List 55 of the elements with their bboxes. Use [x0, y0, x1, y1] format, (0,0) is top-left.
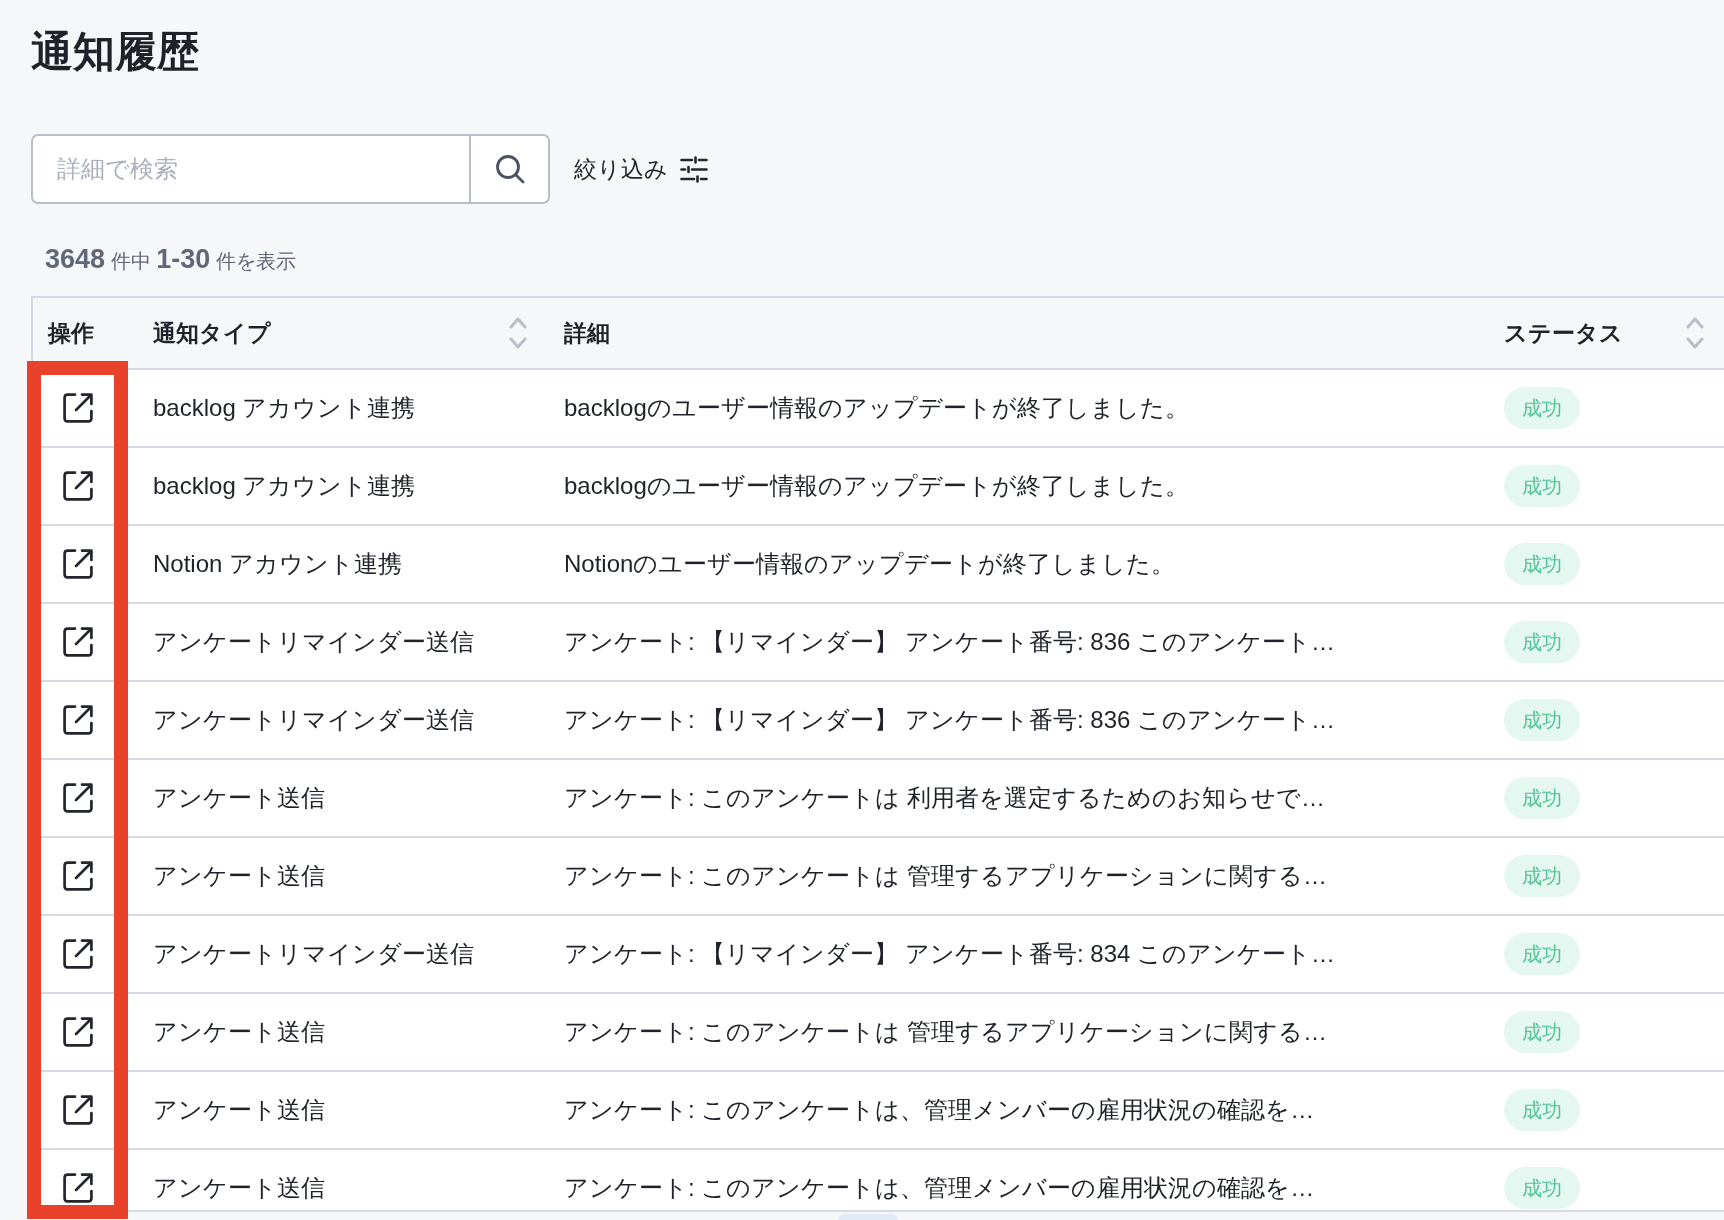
column-header: 詳細	[564, 318, 610, 348]
type-cell-text: アンケートリマインダー送信	[153, 627, 474, 657]
type-cell-text: アンケート送信	[153, 783, 325, 813]
detail-cell-text: アンケート: このアンケートは、管理メンバーの雇用状況の確認を…	[564, 1173, 1315, 1203]
type-cell-text: アンケート送信	[153, 861, 325, 891]
external-link-icon[interactable]	[63, 627, 93, 657]
type-cell-text: アンケート送信	[153, 1173, 325, 1203]
column-header: 操作	[48, 318, 94, 348]
type-cell-text: アンケートリマインダー送信	[153, 705, 474, 735]
detail-cell-text: アンケート: 【リマインダー】 アンケート番号: 836 このアンケート…	[564, 705, 1336, 735]
detail-cell-text: アンケート: 【リマインダー】 アンケート番号: 836 このアンケート…	[564, 627, 1336, 657]
external-link-icon[interactable]	[63, 393, 93, 423]
column-header: ステータス	[1504, 318, 1623, 348]
status-badge: 成功	[1504, 777, 1580, 819]
external-link-icon[interactable]	[63, 705, 93, 735]
external-link-icon[interactable]	[63, 1173, 93, 1203]
search-icon	[494, 154, 525, 184]
detail-cell-text: アンケート: このアンケートは、管理メンバーの雇用状況の確認を…	[564, 1095, 1315, 1125]
filter-button[interactable]: 絞り込み	[572, 149, 710, 189]
external-link-icon[interactable]	[63, 1017, 93, 1047]
detail-cell-text: アンケート: このアンケートは 管理するアプリケーションに関する…	[564, 861, 1327, 891]
external-link-icon[interactable]	[63, 939, 93, 969]
page-title: 通知履歴	[31, 27, 199, 77]
detail-cell-text: backlogのユーザー情報のアップデートが終了しました。	[564, 471, 1189, 501]
external-link-icon[interactable]	[63, 471, 93, 501]
type-cell-text: アンケートリマインダー送信	[153, 939, 474, 969]
status-badge: 成功	[1504, 543, 1580, 585]
status-badge: 成功	[1504, 1011, 1580, 1053]
type-cell-text: Notion アカウント連携	[153, 549, 403, 579]
result-count: 3648 件中 1-30 件を表示	[45, 243, 296, 276]
detail-cell-text: アンケート: このアンケートは 管理するアプリケーションに関する…	[564, 1017, 1327, 1047]
status-badge: 成功	[1504, 621, 1580, 663]
type-cell-text: backlog アカウント連携	[153, 393, 416, 423]
type-cell-text: アンケート送信	[153, 1095, 325, 1125]
status-badge: 成功	[1504, 933, 1580, 975]
external-link-icon[interactable]	[63, 549, 93, 579]
external-link-icon[interactable]	[63, 861, 93, 891]
status-badge: 成功	[1504, 387, 1580, 429]
search-button[interactable]	[469, 134, 550, 204]
status-badge: 成功	[1504, 1089, 1580, 1131]
type-cell-text: アンケート送信	[153, 1017, 325, 1047]
detail-cell-text: backlogのユーザー情報のアップデートが終了しました。	[564, 393, 1189, 423]
status-badge: 成功	[1504, 1167, 1580, 1209]
status-badge: 成功	[1504, 855, 1580, 897]
status-badge: 成功	[1504, 465, 1580, 507]
external-link-icon[interactable]	[63, 783, 93, 813]
external-link-icon[interactable]	[63, 1095, 93, 1125]
detail-cell-text: アンケート: 【リマインダー】 アンケート番号: 834 このアンケート…	[564, 939, 1336, 969]
sliders-icon	[680, 155, 708, 183]
detail-cell-text: アンケート: このアンケートは 利用者を選定するためのお知らせで…	[564, 783, 1325, 813]
search-field[interactable]: 詳細で検索	[31, 134, 469, 204]
column-header: 通知タイプ	[153, 318, 271, 348]
type-cell-text: backlog アカウント連携	[153, 471, 416, 501]
detail-cell-text: Notionのユーザー情報のアップデートが終了しました。	[564, 549, 1176, 579]
status-badge: 成功	[1504, 699, 1580, 741]
